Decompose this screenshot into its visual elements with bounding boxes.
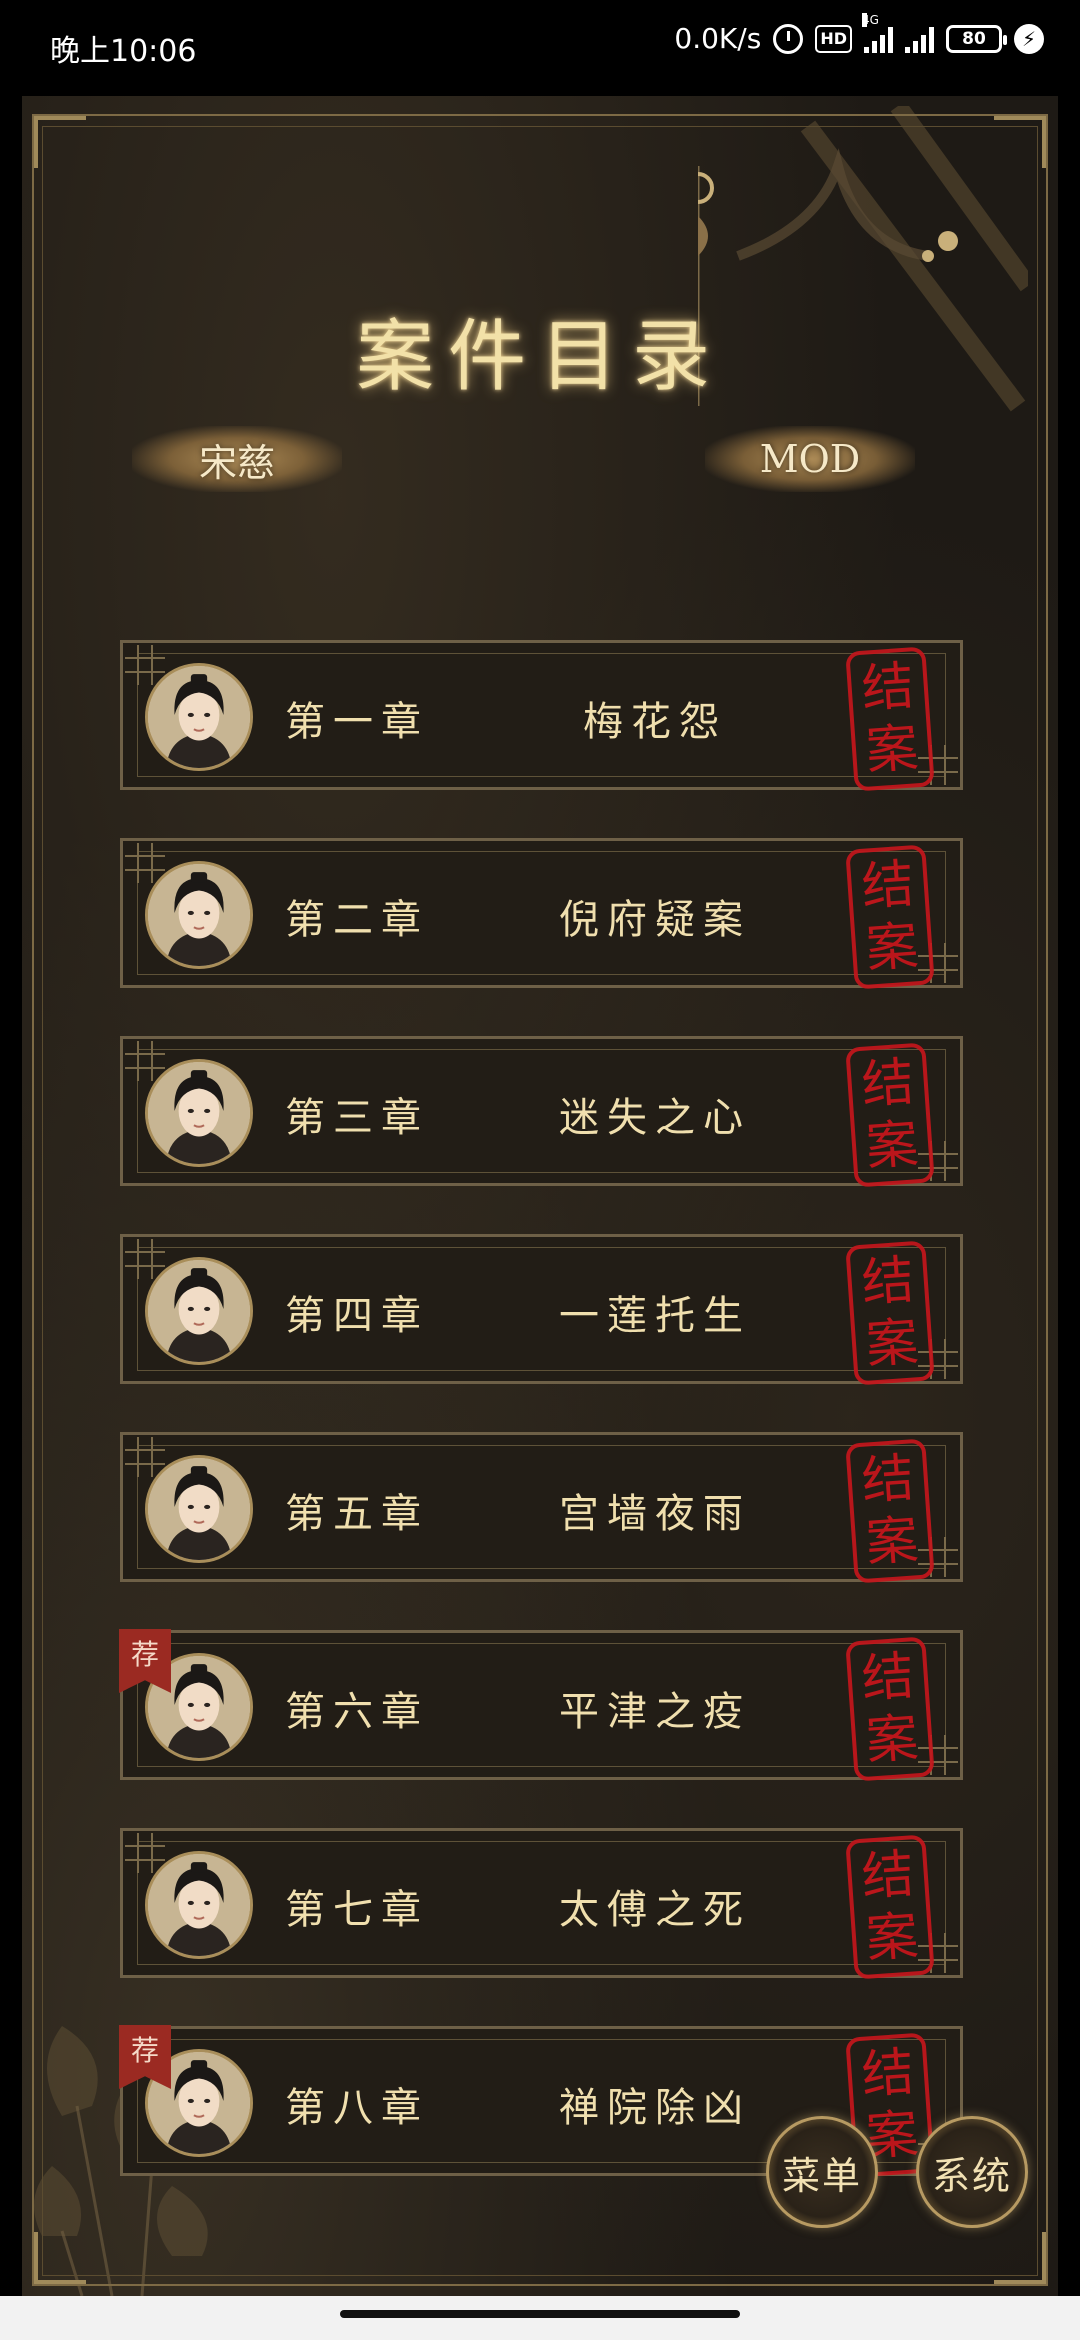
case-closed-stamp: 结 案: [845, 844, 935, 990]
stamp-char-top: 结: [859, 1052, 916, 1116]
chapter-number: 第七章: [285, 1887, 429, 1933]
case-directory-screen: 案件目录 宋慈 MOD 第一章 梅花怨 结 案 第二章 倪府疑案 结 案 第三章…: [22, 96, 1058, 2296]
status-bar: 晚上10:06 0.0K/s HD 4G 80 ⚡: [0, 0, 1080, 96]
stamp-char-top: 结: [859, 1844, 916, 1908]
chapter-number: 第三章: [285, 1095, 429, 1141]
frame-corner: [994, 2232, 1046, 2284]
stamp-char-bottom: 案: [864, 1114, 921, 1178]
portrait-icon: [148, 1062, 250, 1164]
stamp-char-bottom: 案: [864, 1906, 921, 1970]
character-avatar: [145, 1059, 253, 1167]
portrait-icon: [148, 666, 250, 768]
stamp-char-top: 结: [859, 1250, 916, 1314]
portrait-icon: [148, 1854, 250, 1956]
system-button[interactable]: 系统: [916, 2116, 1028, 2228]
alarm-icon: [773, 23, 804, 54]
tab-mod[interactable]: MOD: [705, 426, 915, 492]
character-avatar: [145, 663, 253, 771]
network-speed: 0.0K/s: [674, 22, 762, 55]
home-indicator[interactable]: [340, 2310, 740, 2318]
chapter-number: 第五章: [285, 1491, 429, 1537]
case-closed-stamp: 结 案: [845, 1438, 935, 1584]
network-type-label: 4G: [862, 12, 879, 27]
character-avatar: [145, 1257, 253, 1365]
frame-corner: [34, 2232, 86, 2284]
frame-corner: [994, 116, 1046, 168]
tab-songci[interactable]: 宋慈: [132, 426, 342, 492]
stamp-char-bottom: 案: [864, 1708, 921, 1772]
chapter-row-4[interactable]: 第四章 一莲托生 结 案: [120, 1234, 963, 1386]
portrait-icon: [148, 1260, 250, 1362]
chapter-title: 一莲托生: [559, 1293, 751, 1339]
chapter-number: 第二章: [285, 897, 429, 943]
character-avatar: [145, 861, 253, 969]
signal-4g-icon: 4G: [862, 12, 893, 53]
stamp-char-top: 结: [859, 1646, 916, 1710]
chapter-row-2[interactable]: 第二章 倪府疑案 结 案: [120, 838, 963, 990]
character-avatar: [145, 1455, 253, 1563]
stamp-char-top: 结: [859, 656, 916, 720]
menu-button[interactable]: 菜单: [766, 2116, 878, 2228]
chapter-title: 倪府疑案: [559, 897, 751, 943]
navigation-bar: [0, 2296, 1080, 2340]
case-closed-stamp: 结 案: [845, 1636, 935, 1782]
stamp-char-bottom: 案: [864, 916, 921, 980]
chapter-title: 迷失之心: [559, 1095, 751, 1141]
case-closed-stamp: 结 案: [845, 1834, 935, 1980]
stamp-char-top: 结: [859, 1448, 916, 1512]
signal-icon: [905, 25, 934, 53]
case-closed-stamp: 结 案: [845, 646, 935, 792]
chapter-title: 宫墙夜雨: [559, 1491, 751, 1537]
chapter-row-7[interactable]: 第七章 太傅之死 结 案: [120, 1828, 963, 1980]
chapter-row-3[interactable]: 第三章 迷失之心 结 案: [120, 1036, 963, 1188]
battery-icon: 80: [946, 24, 1007, 53]
stamp-char-bottom: 案: [864, 1312, 921, 1376]
chapter-row-5[interactable]: 第五章 宫墙夜雨 结 案: [120, 1432, 963, 1584]
chapter-title: 太傅之死: [559, 1887, 751, 1933]
character-avatar: [145, 1851, 253, 1959]
status-icons: 0.0K/s HD 4G 80 ⚡: [674, 12, 1044, 55]
chapter-row-6[interactable]: 第六章 平津之疫 结 案 荐: [119, 1629, 963, 1782]
chapter-number: 第八章: [285, 2085, 429, 2131]
chapter-number: 第四章: [285, 1293, 429, 1339]
chapter-number: 第一章: [285, 699, 429, 745]
chapter-row-1[interactable]: 第一章 梅花怨 结 案: [120, 640, 963, 792]
portrait-icon: [148, 864, 250, 966]
chapter-title: 禅院除凶: [559, 2085, 751, 2131]
chapter-number: 第六章: [285, 1689, 429, 1735]
status-time: 晚上10:06: [50, 34, 197, 69]
stamp-char-top: 结: [859, 854, 916, 918]
stamp-char-bottom: 案: [864, 1510, 921, 1574]
case-closed-stamp: 结 案: [845, 1042, 935, 1188]
portrait-icon: [148, 1458, 250, 1560]
case-closed-stamp: 结 案: [845, 1240, 935, 1386]
page-title: 案件目录: [355, 312, 724, 402]
frame-corner: [34, 116, 86, 168]
hd-icon: HD: [815, 24, 852, 53]
chapter-title: 平津之疫: [559, 1689, 751, 1735]
charging-icon: ⚡: [1014, 23, 1044, 54]
stamp-char-top: 结: [859, 2042, 916, 2106]
stamp-char-bottom: 案: [864, 718, 921, 782]
chapter-title: 梅花怨: [583, 699, 727, 745]
